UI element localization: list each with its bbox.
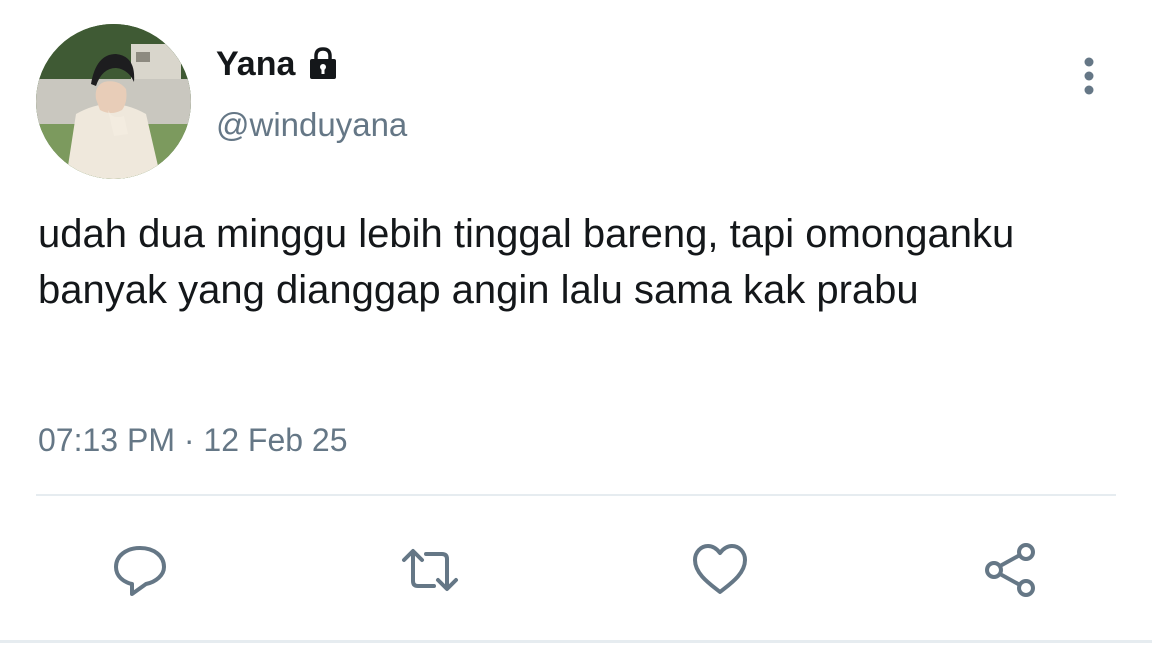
retweet-icon: [402, 549, 458, 591]
more-vertical-icon: [1084, 57, 1094, 95]
comment-icon: [114, 546, 166, 596]
heart-icon: [693, 544, 747, 594]
lock-icon: [310, 47, 337, 79]
like-button[interactable]: [688, 538, 752, 602]
tweet-card: Yana @winduyana udah dua minggu lebih ti…: [0, 0, 1152, 660]
tweet-timestamp[interactable]: 07:13 PM · 12 Feb 25: [38, 420, 348, 460]
display-name[interactable]: Yana: [216, 44, 341, 84]
divider: [36, 494, 1116, 496]
avatar[interactable]: [36, 24, 191, 179]
reply-button[interactable]: [108, 538, 172, 602]
share-button[interactable]: [978, 538, 1042, 602]
user-handle[interactable]: @winduyana: [216, 105, 407, 145]
bottom-divider: [0, 640, 1152, 643]
share-icon: [985, 543, 1035, 597]
display-name-text: Yana: [216, 45, 296, 83]
tweet-text: udah dua minggu lebih tinggal bareng, ta…: [38, 212, 1015, 312]
more-options-button[interactable]: [1070, 54, 1108, 98]
retweet-button[interactable]: [398, 538, 462, 602]
